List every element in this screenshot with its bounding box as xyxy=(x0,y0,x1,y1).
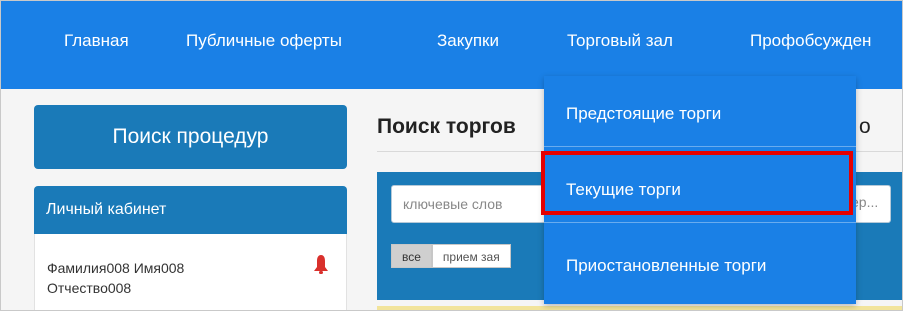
user-full-name: Фамилия008 Имя008 Отчество008 xyxy=(47,260,185,296)
status-filter-tabs: все прием зая xyxy=(391,244,511,268)
dropdown-item-upcoming-tenders[interactable]: Предстоящие торги xyxy=(566,104,721,124)
search-procedures-button[interactable]: Поиск процедур xyxy=(34,105,347,169)
browser-viewport: Главная Публичные оферты Закупки Торговы… xyxy=(0,0,903,311)
nav-item-trading-hall[interactable]: Торговый зал xyxy=(567,31,673,51)
bell-icon[interactable] xyxy=(313,254,329,281)
nav-item-public-offers[interactable]: Публичные оферты xyxy=(186,31,342,51)
filter-tab-accepting[interactable]: прием зая xyxy=(431,244,511,268)
nav-item-home[interactable]: Главная xyxy=(64,31,129,51)
personal-cabinet-header: Личный кабинет xyxy=(34,186,347,234)
dropdown-divider xyxy=(544,146,856,147)
nav-item-prof-discussion[interactable]: Профобсужден xyxy=(750,31,871,51)
nav-item-purchases[interactable]: Закупки xyxy=(437,31,499,51)
page-title-tail: о xyxy=(859,115,871,138)
filter-tab-all[interactable]: все xyxy=(391,244,432,268)
dropdown-item-suspended-tenders[interactable]: Приостановленные торги xyxy=(566,256,766,276)
dropdown-divider xyxy=(544,222,856,223)
result-card-strip xyxy=(377,306,902,310)
highlight-box-current-tenders xyxy=(541,151,853,215)
personal-cabinet-panel: Фамилия008 Имя008 Отчество008 xyxy=(34,234,347,310)
page-title: Поиск торгов xyxy=(377,115,516,138)
